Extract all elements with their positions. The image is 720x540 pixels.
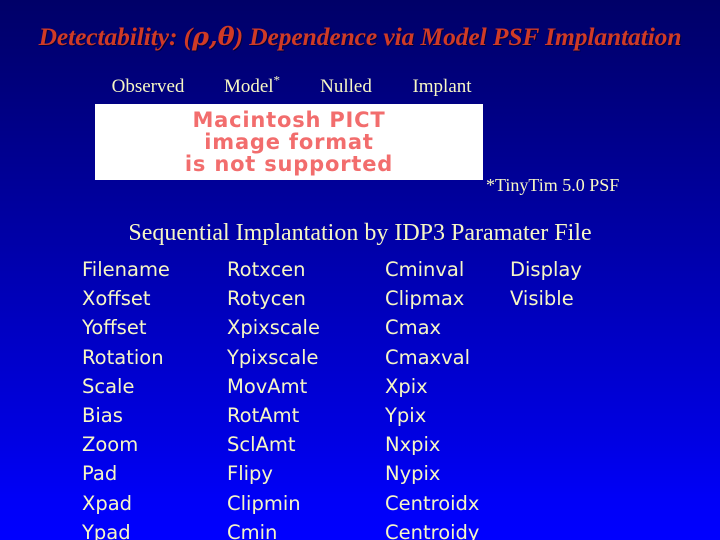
image-header-nulled-label: Nulled <box>320 76 372 97</box>
parameter-item: Centroidx <box>385 491 480 515</box>
title-suffix: ) Dependence via Model PSF Implantation <box>234 22 682 51</box>
parameter-item: Rotxcen <box>227 258 306 281</box>
parameter-item: Clipmax <box>385 287 465 311</box>
image-header-observed: Observed <box>92 76 204 98</box>
parameter-item: Clipmin <box>227 491 301 515</box>
parameter-item: Ypixscale <box>227 345 319 369</box>
image-header-nulled: Nulled <box>300 76 392 98</box>
parameter-item: Cmin <box>227 520 278 540</box>
parameter-columns: Filename Xoffset Yoffset Rotation Scale … <box>82 255 702 540</box>
parameter-item: Flipy <box>227 462 273 486</box>
image-column-headers: Observed Model* Nulled Implant <box>92 72 492 98</box>
pict-placeholder-line-3: is not supported <box>184 152 394 176</box>
parameter-column-2: Rotxcen Rotycen Xpixscale Ypixscale MovA… <box>227 255 385 540</box>
parameter-item: SclAmt <box>227 433 296 457</box>
parameter-item: Centroidy <box>385 520 480 540</box>
parameter-column-1: Filename Xoffset Yoffset Rotation Scale … <box>82 255 227 540</box>
parameter-item: Xpix <box>385 374 428 398</box>
slide-title: Detectability: (ρ,θ) Dependence via Mode… <box>0 22 720 52</box>
slide-footnote: *TinyTim 5.0 PSF <box>486 175 620 195</box>
parameter-item: RotAmt <box>227 403 300 427</box>
parameter-item: Ypad <box>82 520 131 540</box>
parameter-item: MovAmt <box>227 374 308 398</box>
parameter-item: Cmaxval <box>385 345 471 369</box>
image-header-model: Model* <box>204 72 300 98</box>
parameter-column-3: Cminval Clipmax Cmax Cmaxval Xpix Ypix N… <box>385 255 510 540</box>
parameter-item: Nypix <box>385 462 441 486</box>
parameter-item: Yoffset <box>82 316 147 340</box>
parameter-item: Xpixscale <box>227 316 320 340</box>
parameter-item: Scale <box>82 374 135 398</box>
pict-placeholder-line-1: Macintosh PICT <box>192 108 386 132</box>
pict-image-placeholder: Macintosh PICT image format is not suppo… <box>95 104 483 180</box>
image-header-model-label: Model <box>223 76 274 97</box>
parameter-item: Rotation <box>82 345 164 369</box>
parameter-item: Display <box>510 258 582 281</box>
parameter-item: Xoffset <box>82 287 151 311</box>
title-prefix: Detectability: ( <box>38 22 193 51</box>
parameter-item: Visible <box>510 287 574 311</box>
image-header-implant: Implant <box>392 76 492 98</box>
parameter-item: Xpad <box>82 491 133 515</box>
parameter-item: Bias <box>82 403 123 427</box>
parameter-item: Zoom <box>82 433 139 457</box>
footnote-marker-asterisk-icon: * <box>273 72 281 88</box>
parameter-item: Cminval <box>385 258 465 281</box>
parameter-item: Rotycen <box>227 287 306 311</box>
parameter-column-4: Display Visible <box>510 255 640 313</box>
presentation-slide: Detectability: (ρ,θ) Dependence via Mode… <box>0 0 720 540</box>
slide-subtitle: Sequential Implantation by IDP3 Paramate… <box>128 220 592 246</box>
image-header-observed-label: Observed <box>111 76 185 97</box>
parameter-item: Filename <box>82 258 170 281</box>
parameter-item: Cmax <box>385 316 442 340</box>
title-greek-symbols: ρ,θ <box>192 22 235 52</box>
parameter-item: Ypix <box>385 403 427 427</box>
parameter-item: Pad <box>82 462 118 486</box>
parameter-item: Nxpix <box>385 433 441 457</box>
image-header-implant-label: Implant <box>412 76 472 97</box>
pict-placeholder-line-2: image format <box>204 130 374 154</box>
